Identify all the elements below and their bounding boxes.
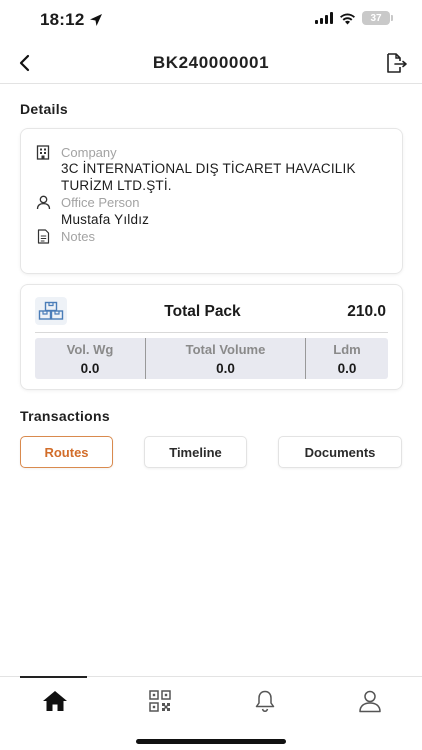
home-icon <box>42 691 67 711</box>
qr-code-icon <box>148 690 171 712</box>
company-row: Company <box>35 144 117 160</box>
status-time: 18:12 <box>40 10 85 29</box>
divider <box>35 332 388 333</box>
nav-qr-scanner[interactable] <box>107 677 212 725</box>
office-person-value: Mustafa Yıldız <box>61 212 150 227</box>
nav-home[interactable] <box>2 677 107 725</box>
header: BK240000001 <box>0 44 422 84</box>
stat-label: Vol. Wg <box>66 341 114 357</box>
transactions-section-title: Transactions <box>20 408 110 424</box>
bottom-navigation <box>0 676 422 724</box>
stat-value: 0.0 <box>216 360 235 376</box>
office-person-label: Office Person <box>61 194 140 210</box>
document-icon <box>35 228 51 244</box>
tab-documents[interactable]: Documents <box>278 436 402 468</box>
cellular-signal-icon <box>315 12 333 24</box>
details-section-title: Details <box>20 101 69 117</box>
notes-label: Notes <box>61 228 95 244</box>
company-label: Company <box>61 144 117 160</box>
bell-icon <box>255 690 274 713</box>
company-value-line1: 3C İNTERNATİONAL DIŞ TİCARET HAVACILIK <box>61 161 356 176</box>
nav-profile[interactable] <box>317 677 422 725</box>
status-bar: 18:12 37 <box>0 0 422 44</box>
pack-summary-card: Total Pack 210.0 Vol. Wg 0.0 Total Volum… <box>20 284 403 390</box>
battery-icon: 37 <box>362 11 393 25</box>
location-arrow-icon <box>90 14 102 26</box>
nav-notifications[interactable] <box>212 677 317 725</box>
company-value-line2: TURİZM LTD.ŞTİ. <box>61 178 172 193</box>
stat-vol-wg: Vol. Wg 0.0 <box>35 338 145 379</box>
stat-value: 0.0 <box>80 360 100 376</box>
stat-label: Ldm <box>333 341 361 357</box>
page-title: BK240000001 <box>152 53 270 72</box>
home-indicator <box>136 739 286 744</box>
person-icon <box>35 194 51 210</box>
pack-stats: Vol. Wg 0.0 Total Volume 0.0 Ldm 0.0 <box>35 338 388 379</box>
status-icons: 37 <box>315 11 393 25</box>
stat-value: 0.0 <box>337 360 357 376</box>
stat-label: Total Volume <box>185 341 266 357</box>
file-export-icon <box>387 53 407 73</box>
total-pack-value: 210.0 <box>347 303 386 320</box>
total-pack-label: Total Pack <box>164 303 241 320</box>
details-card: Company 3C İNTERNATİONAL DIŞ TİCARET HAV… <box>20 128 403 274</box>
building-icon <box>35 144 51 160</box>
notes-row: Notes <box>35 228 95 244</box>
stat-ldm: Ldm 0.0 <box>305 338 388 379</box>
export-button[interactable] <box>382 49 410 77</box>
office-person-row: Office Person <box>35 194 140 210</box>
tab-timeline[interactable]: Timeline <box>144 436 247 468</box>
battery-level: 37 <box>370 12 382 24</box>
wifi-icon <box>340 13 355 24</box>
stat-total-volume: Total Volume 0.0 <box>145 338 305 379</box>
tab-routes[interactable]: Routes <box>20 436 113 468</box>
user-icon <box>358 690 381 713</box>
